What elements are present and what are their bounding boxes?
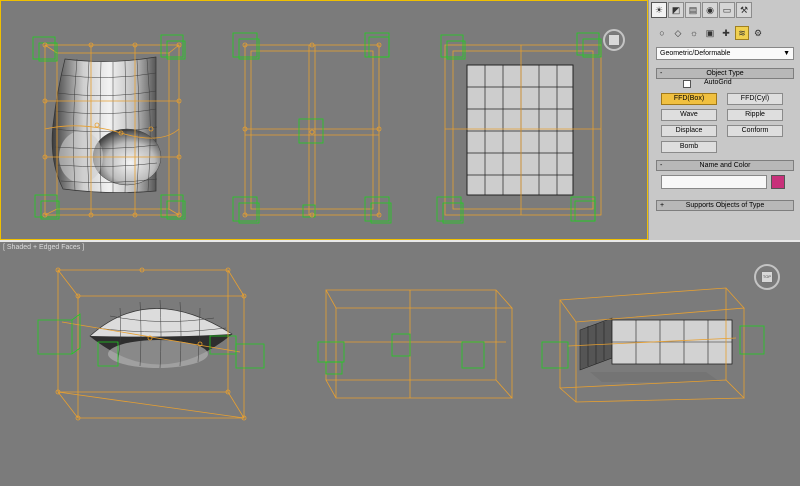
top-viewport-canvas[interactable]: [1, 1, 648, 240]
create-icon[interactable]: ☀: [651, 2, 667, 18]
shapes-icon[interactable]: ◇: [671, 26, 685, 40]
category-dropdown-value: Geometric/Deformable: [660, 50, 731, 57]
lattice-points-middle[interactable]: [242, 42, 382, 218]
rollout-title: Supports Objects of Type: [685, 202, 765, 209]
control-box-set-middle[interactable]: [232, 32, 392, 224]
category-dropdown[interactable]: Geometric/Deformable ▼: [656, 47, 794, 60]
ffd-box-button[interactable]: FFD(Box): [661, 93, 717, 105]
conform-button[interactable]: Conform: [727, 125, 783, 137]
rollout-toggle: -: [660, 162, 663, 169]
control-box-set-perspective-middle[interactable]: [317, 333, 485, 375]
modify-icon[interactable]: ◩: [668, 2, 684, 18]
viewcube-face-top[interactable]: [608, 34, 620, 46]
perspective-viewport-canvas[interactable]: [0, 242, 800, 486]
utilities-icon[interactable]: ⚒: [736, 2, 752, 18]
ffd-box-mesh[interactable]: [466, 64, 574, 196]
viewcube-perspective[interactable]: TOP: [754, 264, 780, 290]
ffd-box-perspective-mesh[interactable]: [579, 317, 733, 382]
command-panel-tabs: ☀ ◩ ▤ ◉ ▭ ⚒: [651, 2, 752, 20]
ffd-leaf-object[interactable]: [89, 299, 233, 369]
spacewarps-icon[interactable]: ≋: [735, 26, 749, 40]
helpers-icon[interactable]: ✚: [719, 26, 733, 40]
motion-icon[interactable]: ◉: [702, 2, 718, 18]
name-color-rollout-header[interactable]: - Name and Color: [656, 160, 794, 171]
rollout-title: Name and Color: [699, 162, 751, 169]
object-name-input[interactable]: [661, 175, 767, 189]
display-icon[interactable]: ▭: [719, 2, 735, 18]
systems-icon[interactable]: ⚙: [751, 26, 765, 40]
autogrid-checkbox[interactable]: [683, 80, 691, 88]
cameras-icon[interactable]: ▣: [703, 26, 717, 40]
displace-button[interactable]: Displace: [661, 125, 717, 137]
ripple-button[interactable]: Ripple: [727, 109, 783, 121]
object-color-swatch[interactable]: [771, 175, 785, 189]
chevron-down-icon: ▼: [783, 50, 790, 57]
ffd-cyl-button[interactable]: FFD(Cyl): [727, 93, 783, 105]
top-viewport[interactable]: [0, 0, 648, 240]
command-panel: ☀ ◩ ▤ ◉ ▭ ⚒ ○ ◇ ☼ ▣ ✚ ≋ ⚙ Geometric/Defo…: [648, 0, 800, 240]
bomb-button[interactable]: Bomb: [661, 141, 717, 153]
rollout-toggle: -: [660, 70, 663, 77]
rollout-toggle: +: [660, 202, 665, 209]
wave-button[interactable]: Wave: [661, 109, 717, 121]
autogrid-label: AutoGrid: [704, 79, 732, 86]
viewcube-top[interactable]: [603, 29, 625, 51]
ffd-barrel-object[interactable]: [51, 56, 162, 194]
hierarchy-icon[interactable]: ▤: [685, 2, 701, 18]
create-subcategory-row: ○ ◇ ☼ ▣ ✚ ≋ ⚙: [655, 26, 765, 40]
perspective-viewport[interactable]: [ Shaded + Edged Faces ] TOP: [0, 242, 800, 486]
supports-objects-rollout-header[interactable]: + Supports Objects of Type: [656, 200, 794, 211]
lights-icon[interactable]: ☼: [687, 26, 701, 40]
viewcube-face-perspective[interactable]: TOP: [761, 271, 773, 283]
object-type-rollout-header[interactable]: - Object Type: [656, 68, 794, 79]
rollout-title: Object Type: [706, 70, 744, 77]
geometry-icon[interactable]: ○: [655, 26, 669, 40]
